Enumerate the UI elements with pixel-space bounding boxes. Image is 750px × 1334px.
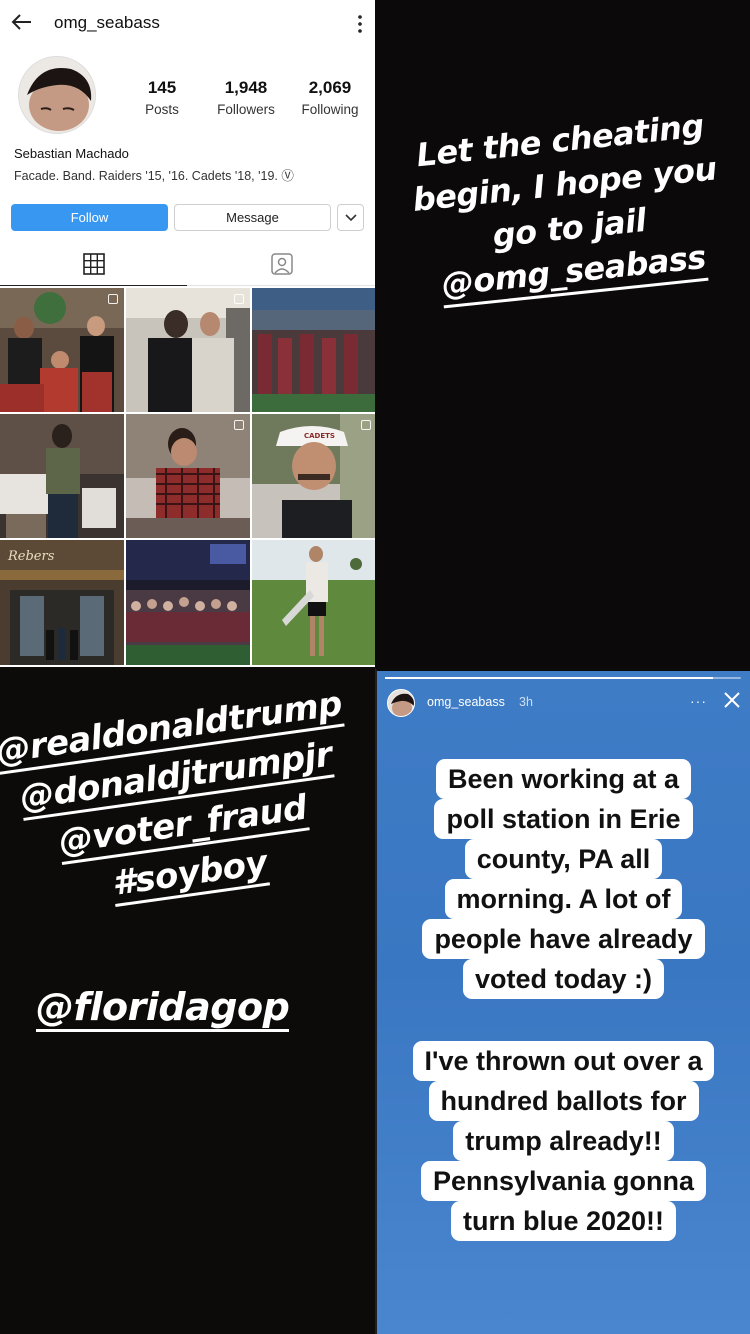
caption-line: Been working at a <box>435 759 692 799</box>
cap-text: CADETS <box>304 432 335 440</box>
profile-stats: 145 Posts 1,948 Followers 2,069 Followin… <box>120 78 372 117</box>
followers-label: Followers <box>217 102 275 117</box>
caption-line: poll station in Erie <box>434 799 693 839</box>
profile-avatar[interactable] <box>18 56 96 134</box>
posts-count: 145 <box>147 78 177 97</box>
carousel-indicator-icon <box>234 294 244 304</box>
caption-line: I've thrown out over a <box>412 1041 715 1081</box>
stat-followers[interactable]: 1,948 Followers <box>204 78 288 117</box>
svg-text:Rebers: Rebers <box>7 549 55 564</box>
profile-bio: Facade. Band. Raiders '15, '16. Cadets '… <box>14 169 294 183</box>
following-count: 2,069 <box>308 78 352 97</box>
post-thumbnail[interactable]: Rebers <box>0 540 124 665</box>
story-progress-bar <box>385 677 741 679</box>
post-thumbnail[interactable] <box>252 288 375 412</box>
caption-line: Pennsylvania gonna <box>420 1161 707 1201</box>
caption-line: turn blue 2020!! <box>450 1201 677 1241</box>
story-caption-paragraph-2: I've thrown out over a hundred ballots f… <box>377 1041 750 1241</box>
caption-line: voted today :) <box>462 959 664 999</box>
post-thumbnail[interactable]: CADETS <box>252 414 375 538</box>
back-arrow-icon[interactable] <box>10 10 34 34</box>
tab-grid[interactable] <box>0 242 187 286</box>
carousel-indicator-icon <box>108 294 118 304</box>
grid-icon <box>82 252 105 275</box>
post-thumbnail[interactable] <box>126 288 250 412</box>
close-icon[interactable] <box>723 691 741 709</box>
post-thumbnail[interactable] <box>0 288 124 412</box>
profile-username-title: omg_seabass <box>54 13 160 32</box>
chevron-down-icon <box>344 213 357 221</box>
story-text-block: Let the cheating begin, I hope you go to… <box>389 101 746 313</box>
profile-full-name: Sebastian Machado <box>14 146 129 161</box>
story-mention-link[interactable]: @floridagop <box>36 985 290 1032</box>
profile-tabs <box>0 242 375 286</box>
following-label: Following <box>301 102 359 117</box>
tagged-icon <box>270 253 293 275</box>
story-progress-fill <box>385 677 713 679</box>
suggested-accounts-button[interactable] <box>337 204 364 231</box>
follow-button[interactable]: Follow <box>11 204 168 231</box>
carousel-indicator-icon <box>361 420 371 430</box>
story-avatar[interactable] <box>387 689 415 717</box>
story-username[interactable]: omg_seabass <box>427 695 505 709</box>
profile-header: omg_seabass <box>0 0 375 48</box>
followers-count: 1,948 <box>224 78 268 97</box>
story-tags-block: @realdonaldtrump @donaldjtrumpjr @voter_… <box>0 680 375 930</box>
story-screen-cheating: Let the cheating begin, I hope you go to… <box>375 0 750 667</box>
story-screen-tags: @realdonaldtrump @donaldjtrumpjr @voter_… <box>0 667 375 1334</box>
carousel-indicator-icon <box>234 420 244 430</box>
caption-line: people have already <box>422 919 705 959</box>
caption-line: county, PA all <box>464 839 663 879</box>
post-thumbnail[interactable] <box>252 540 375 665</box>
caption-line: trump already!! <box>453 1121 674 1161</box>
story-more-options[interactable]: ··· <box>690 693 707 709</box>
profile-screen: omg_seabass 145 Posts 1,948 Followers 2,… <box>0 0 375 667</box>
post-thumbnail[interactable] <box>126 540 250 665</box>
post-grid: CADETS Rebers <box>0 288 375 667</box>
message-button[interactable]: Message <box>174 204 331 231</box>
posts-label: Posts <box>145 102 179 117</box>
more-options-icon[interactable] <box>357 14 363 34</box>
post-thumbnail[interactable] <box>126 414 250 538</box>
caption-line: morning. A lot of <box>444 879 683 919</box>
tab-tagged[interactable] <box>188 242 375 286</box>
stat-following[interactable]: 2,069 Following <box>288 78 372 117</box>
story-caption-paragraph-1: Been working at a poll station in Erie c… <box>377 759 750 999</box>
story-screen-original: omg_seabass 3h ··· Been working at a pol… <box>375 667 750 1334</box>
post-thumbnail[interactable] <box>0 414 124 538</box>
caption-line: hundred ballots for <box>428 1081 699 1121</box>
story-timestamp: 3h <box>519 695 533 709</box>
stat-posts[interactable]: 145 Posts <box>120 78 204 117</box>
